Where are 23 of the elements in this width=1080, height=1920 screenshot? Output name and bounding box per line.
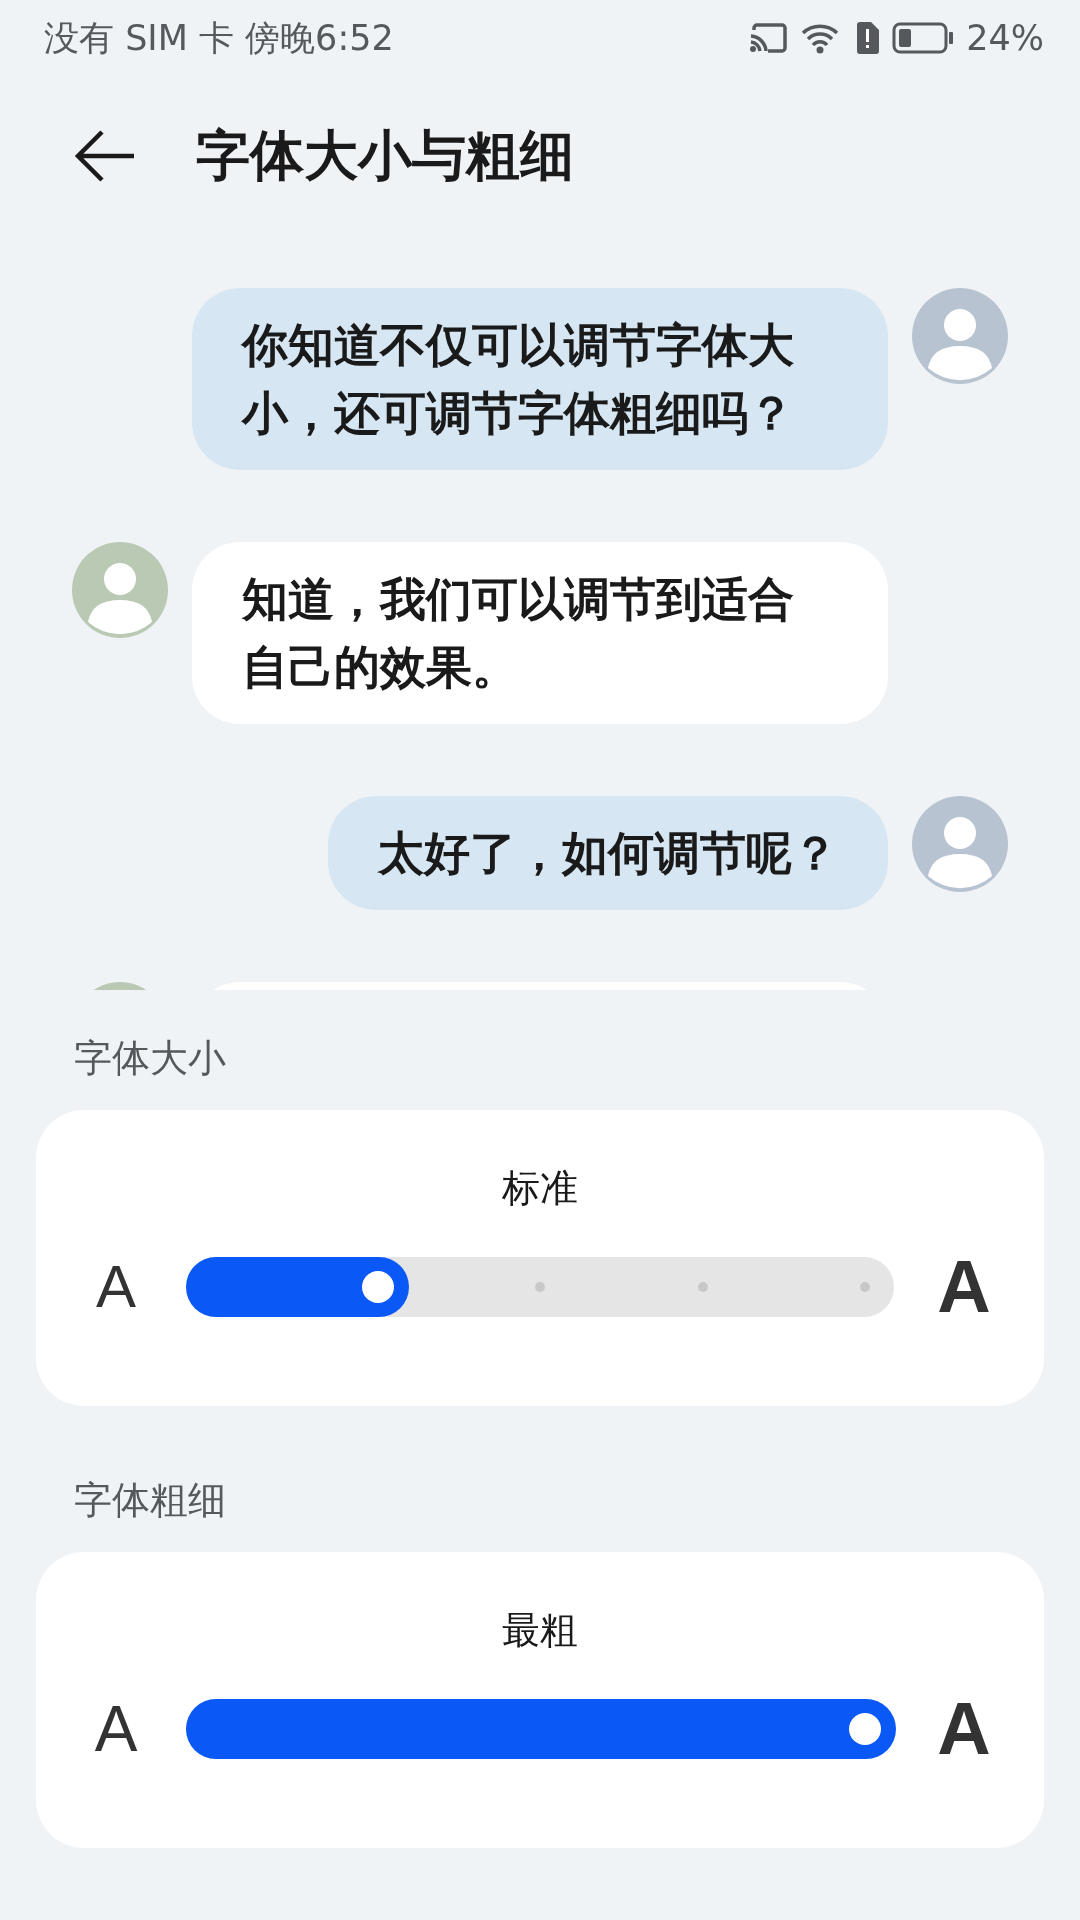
avatar-icon — [912, 288, 1008, 384]
carrier-time: 没有 SIM 卡 傍晚6:52 — [44, 16, 394, 60]
slider-value: 最粗 — [502, 1607, 578, 1654]
step-dot — [697, 1281, 708, 1292]
large-a-label: A — [936, 1686, 992, 1771]
battery-icon — [892, 22, 955, 54]
step-dot — [860, 1281, 870, 1292]
slider-value: 标准 — [502, 1165, 578, 1212]
step-dot — [535, 1281, 545, 1292]
message-bubble: 知道，我们可以调节到适合自己的效果。 — [192, 542, 888, 724]
message-bubble: 你知道不仅可以调节字体大小，还可调节字体粗细吗？ — [192, 288, 888, 470]
section-heading: 字体大小 — [73, 1034, 227, 1082]
section-heading: 字体粗细 — [73, 1476, 227, 1524]
cast-icon — [748, 22, 789, 54]
sim-alert-icon — [854, 21, 881, 55]
large-a-label: A — [936, 1244, 992, 1329]
small-a-label: A — [93, 1691, 139, 1766]
avatar-icon — [72, 542, 168, 638]
page-title: 字体大小与粗细 — [196, 122, 574, 189]
avatar-icon — [912, 796, 1008, 892]
battery-percent: 24% — [966, 18, 1044, 58]
message-bubble: 太好了，如何调节呢？ — [328, 796, 888, 910]
small-a-label: A — [95, 1252, 137, 1321]
